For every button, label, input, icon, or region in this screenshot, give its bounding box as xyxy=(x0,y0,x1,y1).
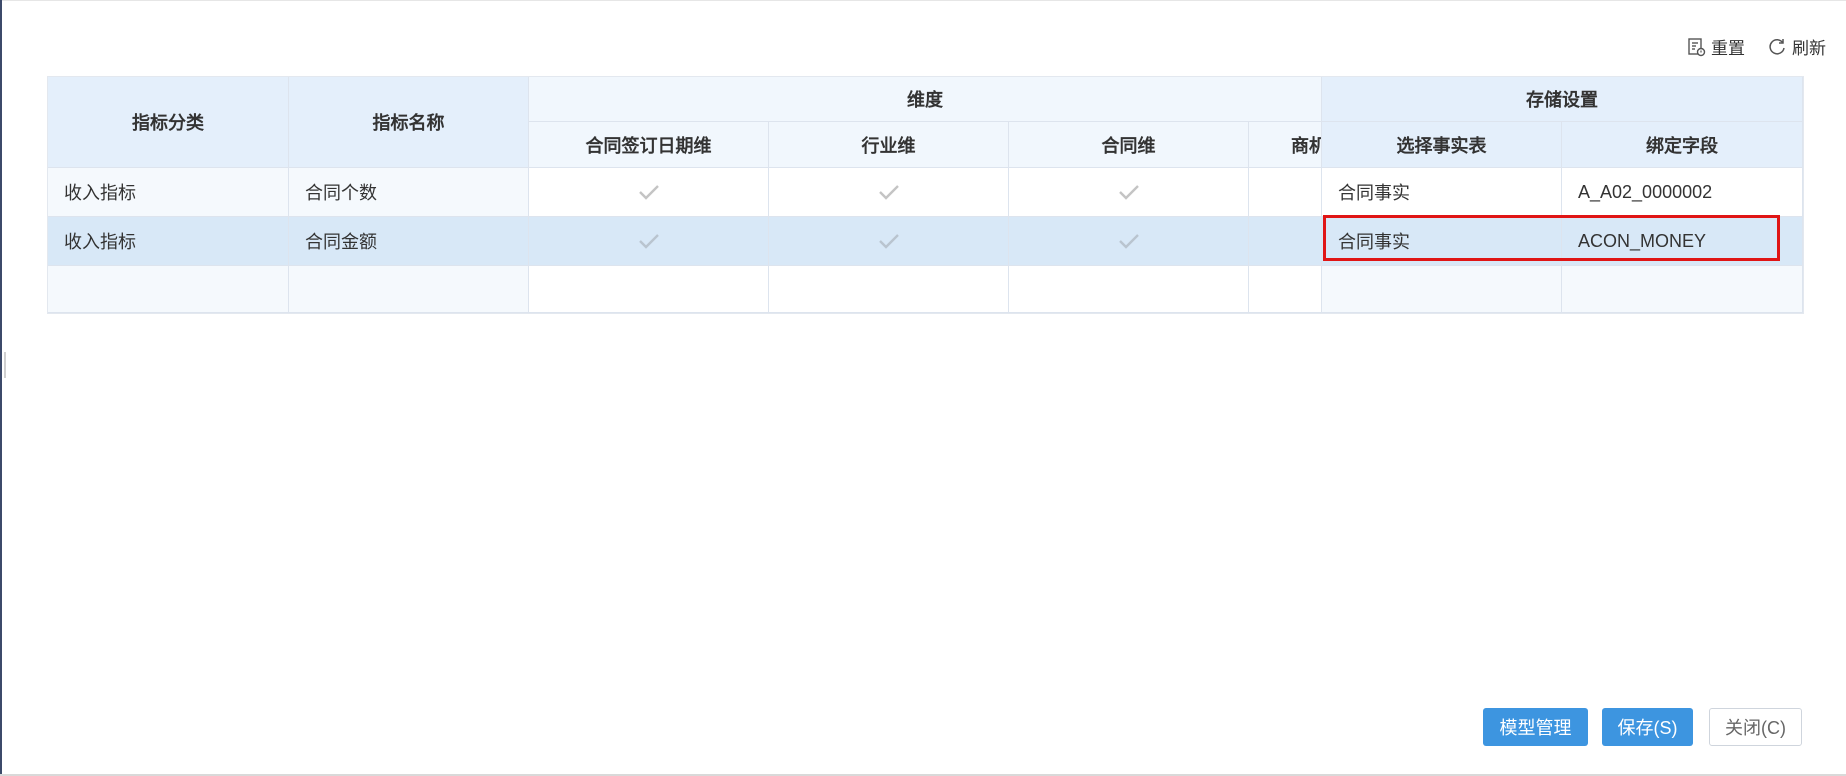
row1-dim-sign-date[interactable] xyxy=(529,168,769,217)
row2-dim-sign-date[interactable] xyxy=(529,217,769,266)
close-button[interactable]: 关闭(C) xyxy=(1709,708,1802,746)
save-button[interactable]: 保存(S) xyxy=(1602,708,1693,746)
row1-dim-opportunity[interactable] xyxy=(1249,168,1322,217)
header-storage-group: 存储设置 xyxy=(1322,77,1803,122)
check-icon xyxy=(638,185,659,200)
row3-dim-sign-date[interactable] xyxy=(529,266,769,313)
row1-fact-table[interactable]: 合同事实 xyxy=(1322,168,1562,217)
row1-dim-industry[interactable] xyxy=(769,168,1009,217)
header-name[interactable]: 指标名称 xyxy=(289,77,529,168)
window-top-border xyxy=(0,0,1846,1)
check-icon xyxy=(638,234,659,249)
check-icon xyxy=(1118,185,1139,200)
row2-dim-opportunity[interactable] xyxy=(1249,217,1322,266)
row3-category[interactable] xyxy=(48,266,289,313)
resize-grip[interactable] xyxy=(4,352,6,378)
header-fact-table[interactable]: 选择事实表 xyxy=(1322,122,1562,168)
header-dim-opportunity[interactable]: 商机 xyxy=(1249,122,1322,168)
header-bind-field[interactable]: 绑定字段 xyxy=(1562,122,1803,168)
row1-name[interactable]: 合同个数 xyxy=(289,168,529,217)
header-dimension-group: 维度 xyxy=(529,77,1322,122)
check-icon xyxy=(878,185,899,200)
row1-dim-contract[interactable] xyxy=(1009,168,1249,217)
selection-highlight-box xyxy=(1323,215,1780,261)
reset-button[interactable]: 重置 xyxy=(1686,34,1745,59)
row3-name[interactable] xyxy=(289,266,529,313)
header-dim-sign-date[interactable]: 合同签订日期维 xyxy=(529,122,769,168)
model-management-button[interactable]: 模型管理 xyxy=(1483,708,1588,746)
header-category[interactable]: 指标分类 xyxy=(48,77,289,168)
row3-dim-opportunity[interactable] xyxy=(1249,266,1322,313)
row3-bind-field[interactable] xyxy=(1562,266,1803,313)
row3-fact-table[interactable] xyxy=(1322,266,1562,313)
check-icon xyxy=(878,234,899,249)
refresh-label: 刷新 xyxy=(1792,39,1826,58)
indicator-table: 指标分类 指标名称 维度 合同签订日期维 行业维 合同维 商机 存储设置 选择事… xyxy=(47,76,1804,314)
row2-dim-contract[interactable] xyxy=(1009,217,1249,266)
toolbar: 重置 刷新 xyxy=(1686,34,1826,59)
row2-name[interactable]: 合同金额 xyxy=(289,217,529,266)
row1-category[interactable]: 收入指标 xyxy=(48,168,289,217)
row3-dim-contract[interactable] xyxy=(1009,266,1249,313)
reset-icon xyxy=(1688,37,1706,56)
row3-dim-industry[interactable] xyxy=(769,266,1009,313)
reset-label: 重置 xyxy=(1711,39,1745,58)
window-left-border xyxy=(0,0,2,776)
refresh-icon xyxy=(1769,38,1785,54)
header-dim-contract[interactable]: 合同维 xyxy=(1009,122,1249,168)
row2-dim-industry[interactable] xyxy=(769,217,1009,266)
header-dim-industry[interactable]: 行业维 xyxy=(769,122,1009,168)
refresh-button[interactable]: 刷新 xyxy=(1767,34,1826,59)
check-icon xyxy=(1118,234,1139,249)
row1-bind-field[interactable]: A_A02_0000002 xyxy=(1562,168,1803,217)
row2-category[interactable]: 收入指标 xyxy=(48,217,289,266)
